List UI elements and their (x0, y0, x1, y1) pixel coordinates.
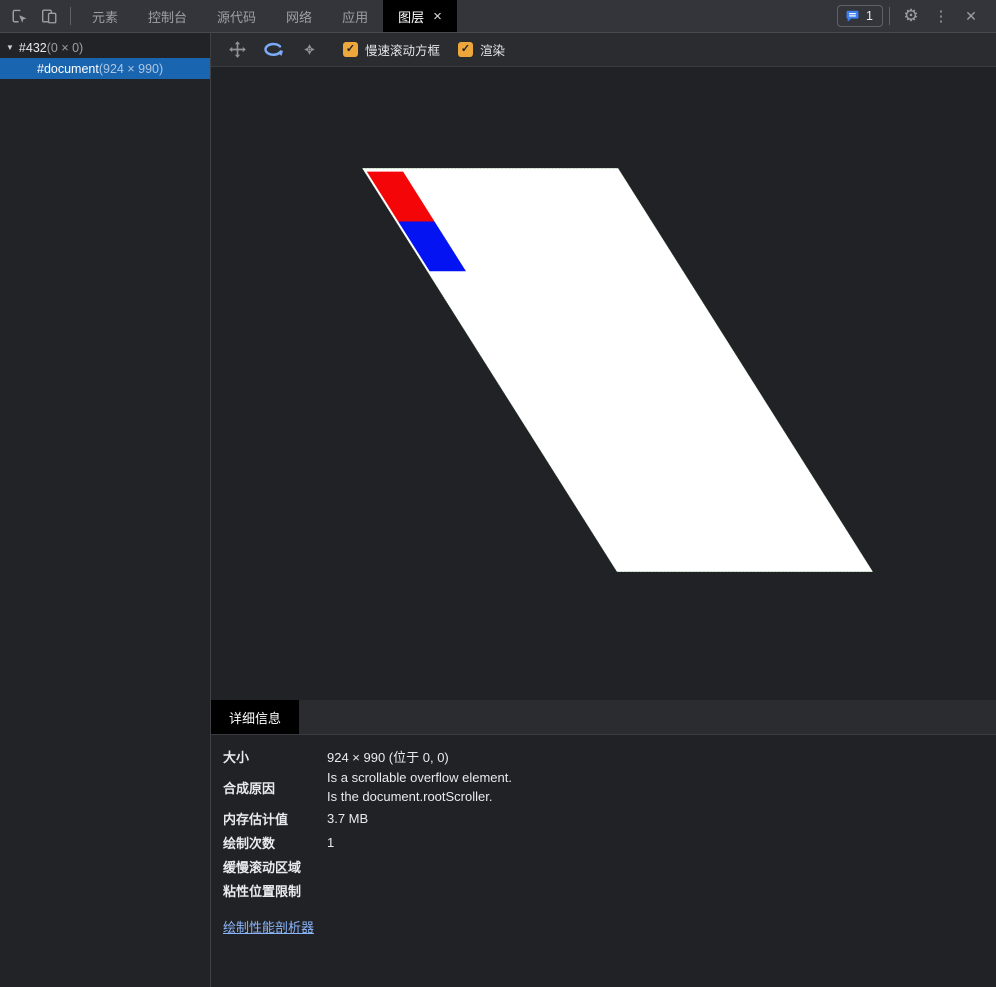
close-devtools-button[interactable]: ✕ (956, 1, 986, 31)
topbar-right-controls: 1 ⚙ ⋮ ✕ (837, 0, 996, 32)
paints-label[interactable]: 渲染 (480, 40, 505, 59)
detail-label: 绘制次数 (223, 835, 276, 851)
red-paint-rect (366, 171, 435, 222)
issues-icon (845, 9, 860, 23)
issues-count: 1 (866, 9, 873, 23)
paints-toggle[interactable]: ✓ 渲染 (458, 40, 505, 59)
settings-button[interactable]: ⚙ (896, 1, 926, 31)
tab-layers[interactable]: 图层 × (383, 0, 457, 32)
layers-tree-panel: ▼ #432 (0 × 0) #document (924 × 990) (0, 33, 211, 987)
pan-move-icon (228, 40, 247, 59)
toggle-device-toolbar-button[interactable] (34, 0, 64, 32)
check-icon: ✓ (460, 43, 471, 55)
devtools-tab-bar: 元素 控制台 源代码 网络 应用 图层 × 1 ⚙ ⋮ ✕ (0, 0, 996, 33)
tab-application[interactable]: 应用 (327, 0, 383, 32)
pan-mode-button[interactable] (221, 36, 253, 64)
inspect-cursor-icon (10, 7, 28, 25)
layer-tree-item-document[interactable]: #document (924 × 990) (0, 58, 210, 79)
toolbar-divider (889, 7, 890, 25)
device-toolbar-icon (40, 7, 58, 25)
tab-console[interactable]: 控制台 (133, 0, 202, 32)
layer-size: (0 × 0) (46, 40, 84, 55)
detail-row-paint-count: 绘制次数 1 (223, 830, 982, 854)
inspect-element-button[interactable] (4, 0, 34, 32)
chevron-down-icon[interactable]: ▼ (6, 43, 14, 52)
details-content: 大小 924 × 990 (位于 0, 0) 合成原因 Is a scrolla… (211, 735, 996, 936)
detail-value: 3.7 MB (327, 810, 369, 826)
layer-details-panel: 详细信息 大小 924 × 990 (位于 0, 0) 合成原因 Is a sc… (211, 700, 996, 987)
paint-profiler-link[interactable]: 绘制性能剖析器 (223, 917, 314, 936)
slow-scroll-rects-label[interactable]: 慢速滚动方框 (365, 40, 440, 59)
detail-label: 粘性位置限制 (223, 883, 302, 899)
reset-view-button[interactable] (293, 36, 325, 64)
detail-row-slow-scroll-regions: 缓慢滚动区域 (223, 854, 982, 878)
detail-value: Is a scrollable overflow element. Is the… (327, 768, 512, 806)
tab-elements[interactable]: 元素 (77, 0, 133, 32)
issues-counter-button[interactable]: 1 (837, 5, 883, 27)
blue-paint-rect (398, 221, 466, 272)
panel-tabs: 元素 控制台 源代码 网络 应用 图层 × (77, 0, 457, 32)
tab-sources[interactable]: 源代码 (202, 0, 271, 32)
layer-name: #document (37, 61, 99, 76)
document-layer-quad[interactable] (362, 168, 874, 573)
layer-tree-item-root[interactable]: ▼ #432 (0 × 0) (0, 37, 210, 58)
rotate-3d-icon (263, 40, 284, 60)
detail-label: 大小 (223, 749, 250, 765)
compositing-reason-1: Is a scrollable overflow element. (327, 770, 512, 785)
checkbox-checked[interactable]: ✓ (458, 42, 474, 57)
compositing-reason-2: Is the document.rootScroller. (327, 789, 493, 804)
check-icon: ✓ (345, 43, 356, 55)
checkbox-checked[interactable]: ✓ (343, 42, 358, 57)
detail-label: 内存估计值 (223, 811, 289, 827)
layers-view-toolbar: ✓ 慢速滚动方框 ✓ 渲染 (211, 33, 996, 67)
layers-3d-viewport[interactable] (211, 67, 996, 700)
collapse-arrows-icon (300, 40, 319, 59)
detail-value: 1 (327, 834, 335, 850)
close-icon: ✕ (965, 7, 977, 24)
tab-network[interactable]: 网络 (271, 0, 327, 32)
rotate-mode-button[interactable] (257, 36, 289, 64)
gear-icon: ⚙ (903, 6, 919, 25)
detail-row-memory: 内存估计值 3.7 MB (223, 806, 982, 830)
detail-row-size: 大小 924 × 990 (位于 0, 0) (223, 744, 982, 768)
layer-name: #432 (18, 40, 47, 55)
tab-details[interactable]: 详细信息 (211, 700, 300, 734)
detail-value: 924 × 990 (位于 0, 0) (327, 749, 449, 765)
slow-scroll-rects-toggle[interactable]: ✓ 慢速滚动方框 (343, 40, 440, 59)
kebab-menu-icon: ⋮ (933, 8, 949, 25)
layer-size: (924 × 990) (98, 61, 164, 76)
details-tab-bar: 详细信息 (211, 700, 996, 735)
detail-row-sticky-constraints: 粘性位置限制 (223, 878, 982, 902)
detail-label: 缓慢滚动区域 (223, 859, 302, 875)
toolbar-divider (70, 7, 71, 25)
detail-row-compositing-reasons: 合成原因 Is a scrollable overflow element. I… (223, 768, 982, 806)
detail-label: 合成原因 (223, 780, 276, 796)
more-options-button[interactable]: ⋮ (926, 1, 956, 31)
close-layers-tab-icon[interactable]: × (433, 9, 442, 24)
